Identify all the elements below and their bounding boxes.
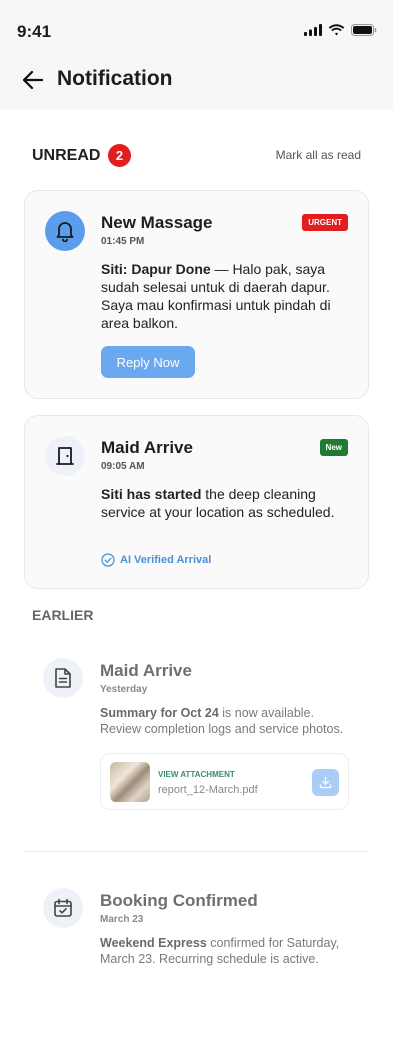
bell-icon [45, 211, 85, 251]
new-badge: New [319, 439, 348, 456]
message-subject: Summary for Oct 24 [100, 706, 219, 720]
download-button[interactable] [312, 769, 339, 796]
notification-time: March 23 [100, 914, 144, 925]
message-subject: Weekend Express [100, 936, 207, 950]
back-button[interactable] [20, 67, 46, 93]
notification-time: 01:45 PM [101, 236, 145, 247]
check-circle-icon [101, 553, 115, 567]
signal-icon [304, 24, 322, 36]
earlier-section-label: EARLIER [32, 607, 94, 623]
unread-section-header: UNREAD 2 Mark all as read [32, 144, 361, 168]
notification-message: Siti has started the deep cleaning servi… [101, 485, 353, 521]
divider [24, 851, 369, 852]
notification-message: Weekend Express confirmed for Saturday, … [100, 935, 350, 967]
message-subject: Siti has started [101, 486, 202, 502]
notification-title: Maid Arrive [100, 661, 192, 680]
notification-card[interactable]: New Massage 01:45 PM URGENT Siti: Dapur … [24, 190, 369, 399]
status-icons [304, 24, 377, 36]
reply-now-button[interactable]: Reply Now [101, 346, 195, 378]
urgent-badge: URGENT [302, 214, 348, 231]
download-icon [319, 776, 332, 789]
status-bar: 9:41 [0, 0, 393, 56]
calendar-check-icon [43, 888, 83, 928]
wifi-icon [328, 24, 345, 36]
message-sender: Siti: Dapur Done [101, 261, 211, 277]
view-attachment-label[interactable]: VIEW ATTACHMENT [158, 770, 235, 779]
app-bar: Notification [0, 56, 393, 110]
notification-title: Booking Confirmed [100, 891, 258, 910]
notification-time: Yesterday [100, 684, 148, 695]
arrow-left-icon [23, 71, 43, 89]
notification-item[interactable]: Booking Confirmed March 23 Weekend Expre… [24, 870, 369, 980]
battery-icon [351, 24, 377, 36]
attachment-thumbnail [110, 762, 150, 802]
notification-title: Maid Arrive [101, 438, 193, 457]
door-icon [45, 436, 85, 476]
notification-title: New Massage [101, 213, 213, 232]
verified-arrival: AI Verified Arrival [101, 553, 211, 567]
mark-all-read-link[interactable]: Mark all as read [276, 148, 361, 162]
notification-item[interactable]: Maid Arrive Yesterday Summary for Oct 24… [24, 640, 369, 850]
verified-label: AI Verified Arrival [120, 554, 212, 566]
status-time: 9:41 [17, 22, 52, 41]
attachment-card[interactable]: VIEW ATTACHMENT report_12-March.pdf [100, 753, 349, 810]
notification-message: Summary for Oct 24 is now available. Rev… [100, 705, 350, 737]
notification-card[interactable]: Maid Arrive 09:05 AM New Siti has starte… [24, 415, 369, 589]
notification-message: Siti: Dapur Done — Halo pak, saya sudah … [101, 260, 353, 332]
notification-time: 09:05 AM [101, 461, 145, 472]
page-title: Notification [57, 67, 173, 90]
attachment-filename: report_12-March.pdf [158, 784, 258, 796]
unread-label: UNREAD [32, 147, 101, 164]
unread-count-badge: 2 [108, 144, 131, 167]
document-icon [43, 658, 83, 698]
